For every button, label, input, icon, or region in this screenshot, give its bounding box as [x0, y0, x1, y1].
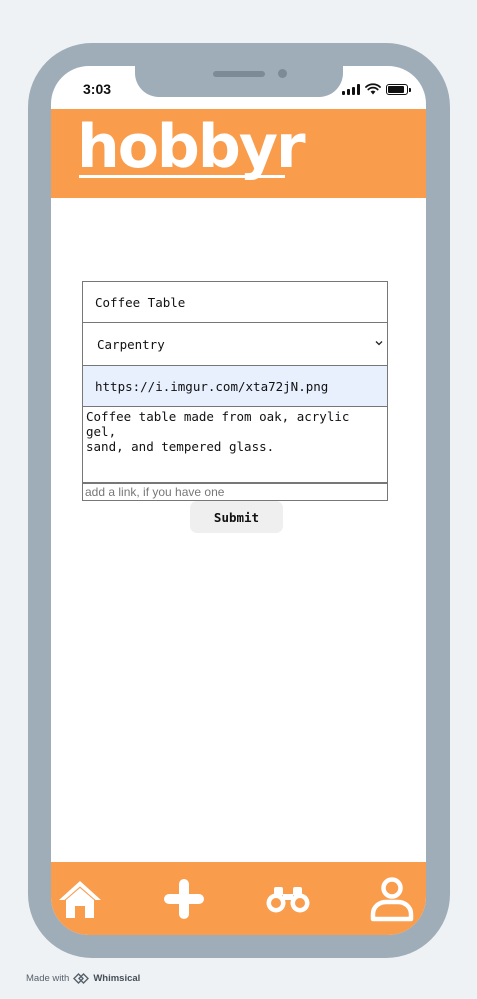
made-with-label: Made with	[26, 973, 70, 984]
binoculars-icon	[266, 886, 310, 912]
category-selected-value: Carpentry	[97, 336, 165, 352]
battery-icon	[386, 84, 411, 95]
status-icons	[342, 83, 411, 95]
chevron-down-icon	[375, 341, 383, 346]
app-logo[interactable]: hobbyr	[77, 113, 306, 181]
whimsical-logo-icon	[73, 973, 90, 984]
category-select[interactable]: Carpentry	[82, 323, 388, 366]
camera-icon	[278, 69, 287, 78]
user-icon	[370, 876, 414, 921]
whimsical-brand[interactable]: Whimsical	[93, 973, 140, 984]
footer-credit: Made with Whimsical	[26, 973, 140, 984]
logo-underline	[79, 175, 285, 178]
app-header: hobbyr	[51, 109, 426, 198]
bottom-nav	[51, 862, 426, 935]
description-textarea[interactable]: Coffee table made from oak, acrylic gel,…	[82, 407, 388, 483]
nav-discover[interactable]	[264, 862, 312, 935]
nav-profile[interactable]	[368, 862, 416, 935]
nav-add[interactable]	[161, 862, 207, 935]
title-input[interactable]	[82, 281, 388, 323]
plus-icon	[164, 878, 204, 919]
signal-icon	[342, 84, 360, 95]
home-icon	[59, 880, 101, 918]
new-hobby-form: Carpentry Coffee table made from oak, ac…	[82, 281, 388, 533]
phone-screen: 3:03 hobbyr Carpentry Coffee table made …	[51, 66, 426, 935]
phone-notch	[135, 66, 343, 97]
image-url-input[interactable]	[82, 366, 388, 407]
speaker-icon	[213, 71, 265, 77]
wifi-icon	[365, 83, 381, 95]
link-input[interactable]	[82, 483, 388, 501]
nav-home[interactable]	[57, 862, 103, 935]
submit-button[interactable]: Submit	[190, 501, 283, 533]
status-time: 3:03	[83, 81, 112, 97]
